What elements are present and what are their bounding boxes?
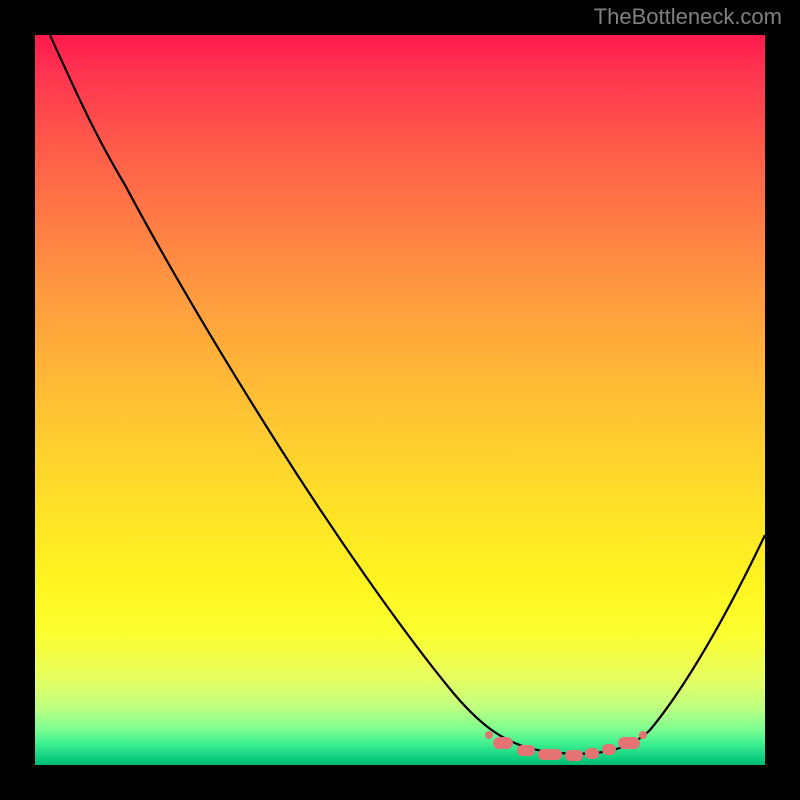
bottleneck-curve [35,35,765,765]
highlight-segment [618,737,640,749]
highlight-segment [538,749,562,760]
curve-endpoint-right [639,731,647,739]
highlight-segment [585,748,599,759]
attribution-text: TheBottleneck.com [594,4,782,30]
curve-endpoint-left [485,731,493,739]
highlight-segment [602,744,616,755]
curve-line [50,35,765,754]
highlight-segment [517,745,535,756]
chart-plot-area [35,35,765,765]
highlight-segment [493,737,513,749]
highlight-segment [565,750,583,761]
